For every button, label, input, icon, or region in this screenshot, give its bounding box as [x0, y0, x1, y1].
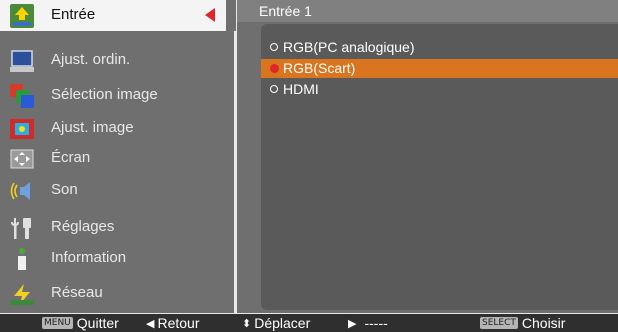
menu-item-ajust-ordin[interactable]: Ajust. ordin.	[0, 45, 234, 76]
menu-connector	[226, 0, 236, 31]
menu-item-ecran[interactable]: Écran	[0, 143, 234, 174]
input-option-list: RGB(PC analogique) RGB(Scart) HDMI	[261, 24, 618, 310]
footer-quit: MENU Quitter	[42, 315, 119, 331]
footer-choose-label: Choisir	[521, 315, 566, 331]
submenu-title: Entrée 1	[259, 3, 312, 19]
footer-quit-label: Quitter	[76, 315, 119, 331]
footer-next: ▶ -----	[348, 315, 388, 331]
menu-item-entree[interactable]: Entrée	[0, 0, 226, 31]
menu-item-selection-image[interactable]: Sélection image	[0, 80, 234, 111]
settings-icon	[11, 218, 31, 239]
footer-next-label: -----	[364, 315, 388, 331]
menu-item-information[interactable]: Information	[0, 243, 234, 274]
input-icon	[10, 4, 34, 28]
radio-selected-icon	[270, 64, 279, 73]
footer-back: ◀ Retour	[146, 315, 200, 331]
menu-item-label: Sélection image	[51, 86, 158, 103]
footer-choose: SELECT Choisir	[480, 315, 565, 331]
image-select-icon	[10, 84, 34, 108]
menu-item-son[interactable]: Son	[0, 175, 234, 206]
radio-icon	[270, 43, 278, 51]
menu-item-reglages[interactable]: Réglages	[0, 212, 234, 243]
menu-item-ajust-image[interactable]: Ajust. image	[0, 113, 234, 144]
submenu-panel: Entrée 1 RGB(PC analogique) RGB(Scart) H…	[237, 0, 618, 313]
menu-item-label: Information	[51, 249, 127, 266]
network-icon	[10, 284, 34, 305]
select-key-icon: SELECT	[480, 317, 518, 329]
option-label: RGB(Scart)	[283, 60, 356, 76]
menu-item-reseau[interactable]: Réseau	[0, 278, 234, 309]
menu-key-icon: MENU	[42, 317, 73, 329]
submenu-header: Entrée 1	[237, 0, 618, 22]
footer-back-label: Retour	[157, 315, 200, 331]
main-menu: Entrée Ajust. ordin. Sélection image Aju…	[0, 0, 236, 313]
projector-osd: Entrée Ajust. ordin. Sélection image Aju…	[0, 0, 618, 332]
image-adjust-icon	[10, 119, 34, 139]
menu-item-label: Réseau	[51, 284, 103, 301]
footer-help-bar: MENU Quitter ◀ Retour ⬍ Déplacer ▶ -----…	[0, 314, 618, 332]
footer-move: ⬍ Déplacer	[242, 315, 310, 331]
menu-item-label: Ajust. image	[51, 119, 134, 136]
menu-item-label: Son	[51, 181, 78, 198]
menu-item-label: Ajust. ordin.	[51, 51, 131, 68]
info-icon	[18, 248, 26, 270]
option-label: HDMI	[283, 81, 319, 97]
option-hdmi[interactable]: HDMI	[261, 80, 618, 99]
option-label: RGB(PC analogique)	[283, 39, 415, 55]
option-rgb-scart[interactable]: RGB(Scart)	[261, 59, 618, 78]
menu-item-label: Réglages	[51, 218, 115, 235]
footer-move-label: Déplacer	[254, 315, 311, 331]
menu-item-label: Écran	[51, 149, 91, 166]
computer-icon	[10, 50, 34, 72]
option-rgb-pc-analogique[interactable]: RGB(PC analogique)	[261, 38, 618, 57]
menu-item-label: Entrée	[51, 6, 96, 23]
radio-icon	[270, 85, 278, 93]
sound-icon	[10, 182, 30, 200]
arrow-up-down-icon: ⬍	[242, 317, 252, 330]
selection-pointer-icon	[205, 8, 215, 22]
arrow-left-icon: ◀	[146, 317, 155, 330]
screen-icon	[10, 149, 34, 169]
arrow-right-icon: ▶	[348, 317, 357, 330]
